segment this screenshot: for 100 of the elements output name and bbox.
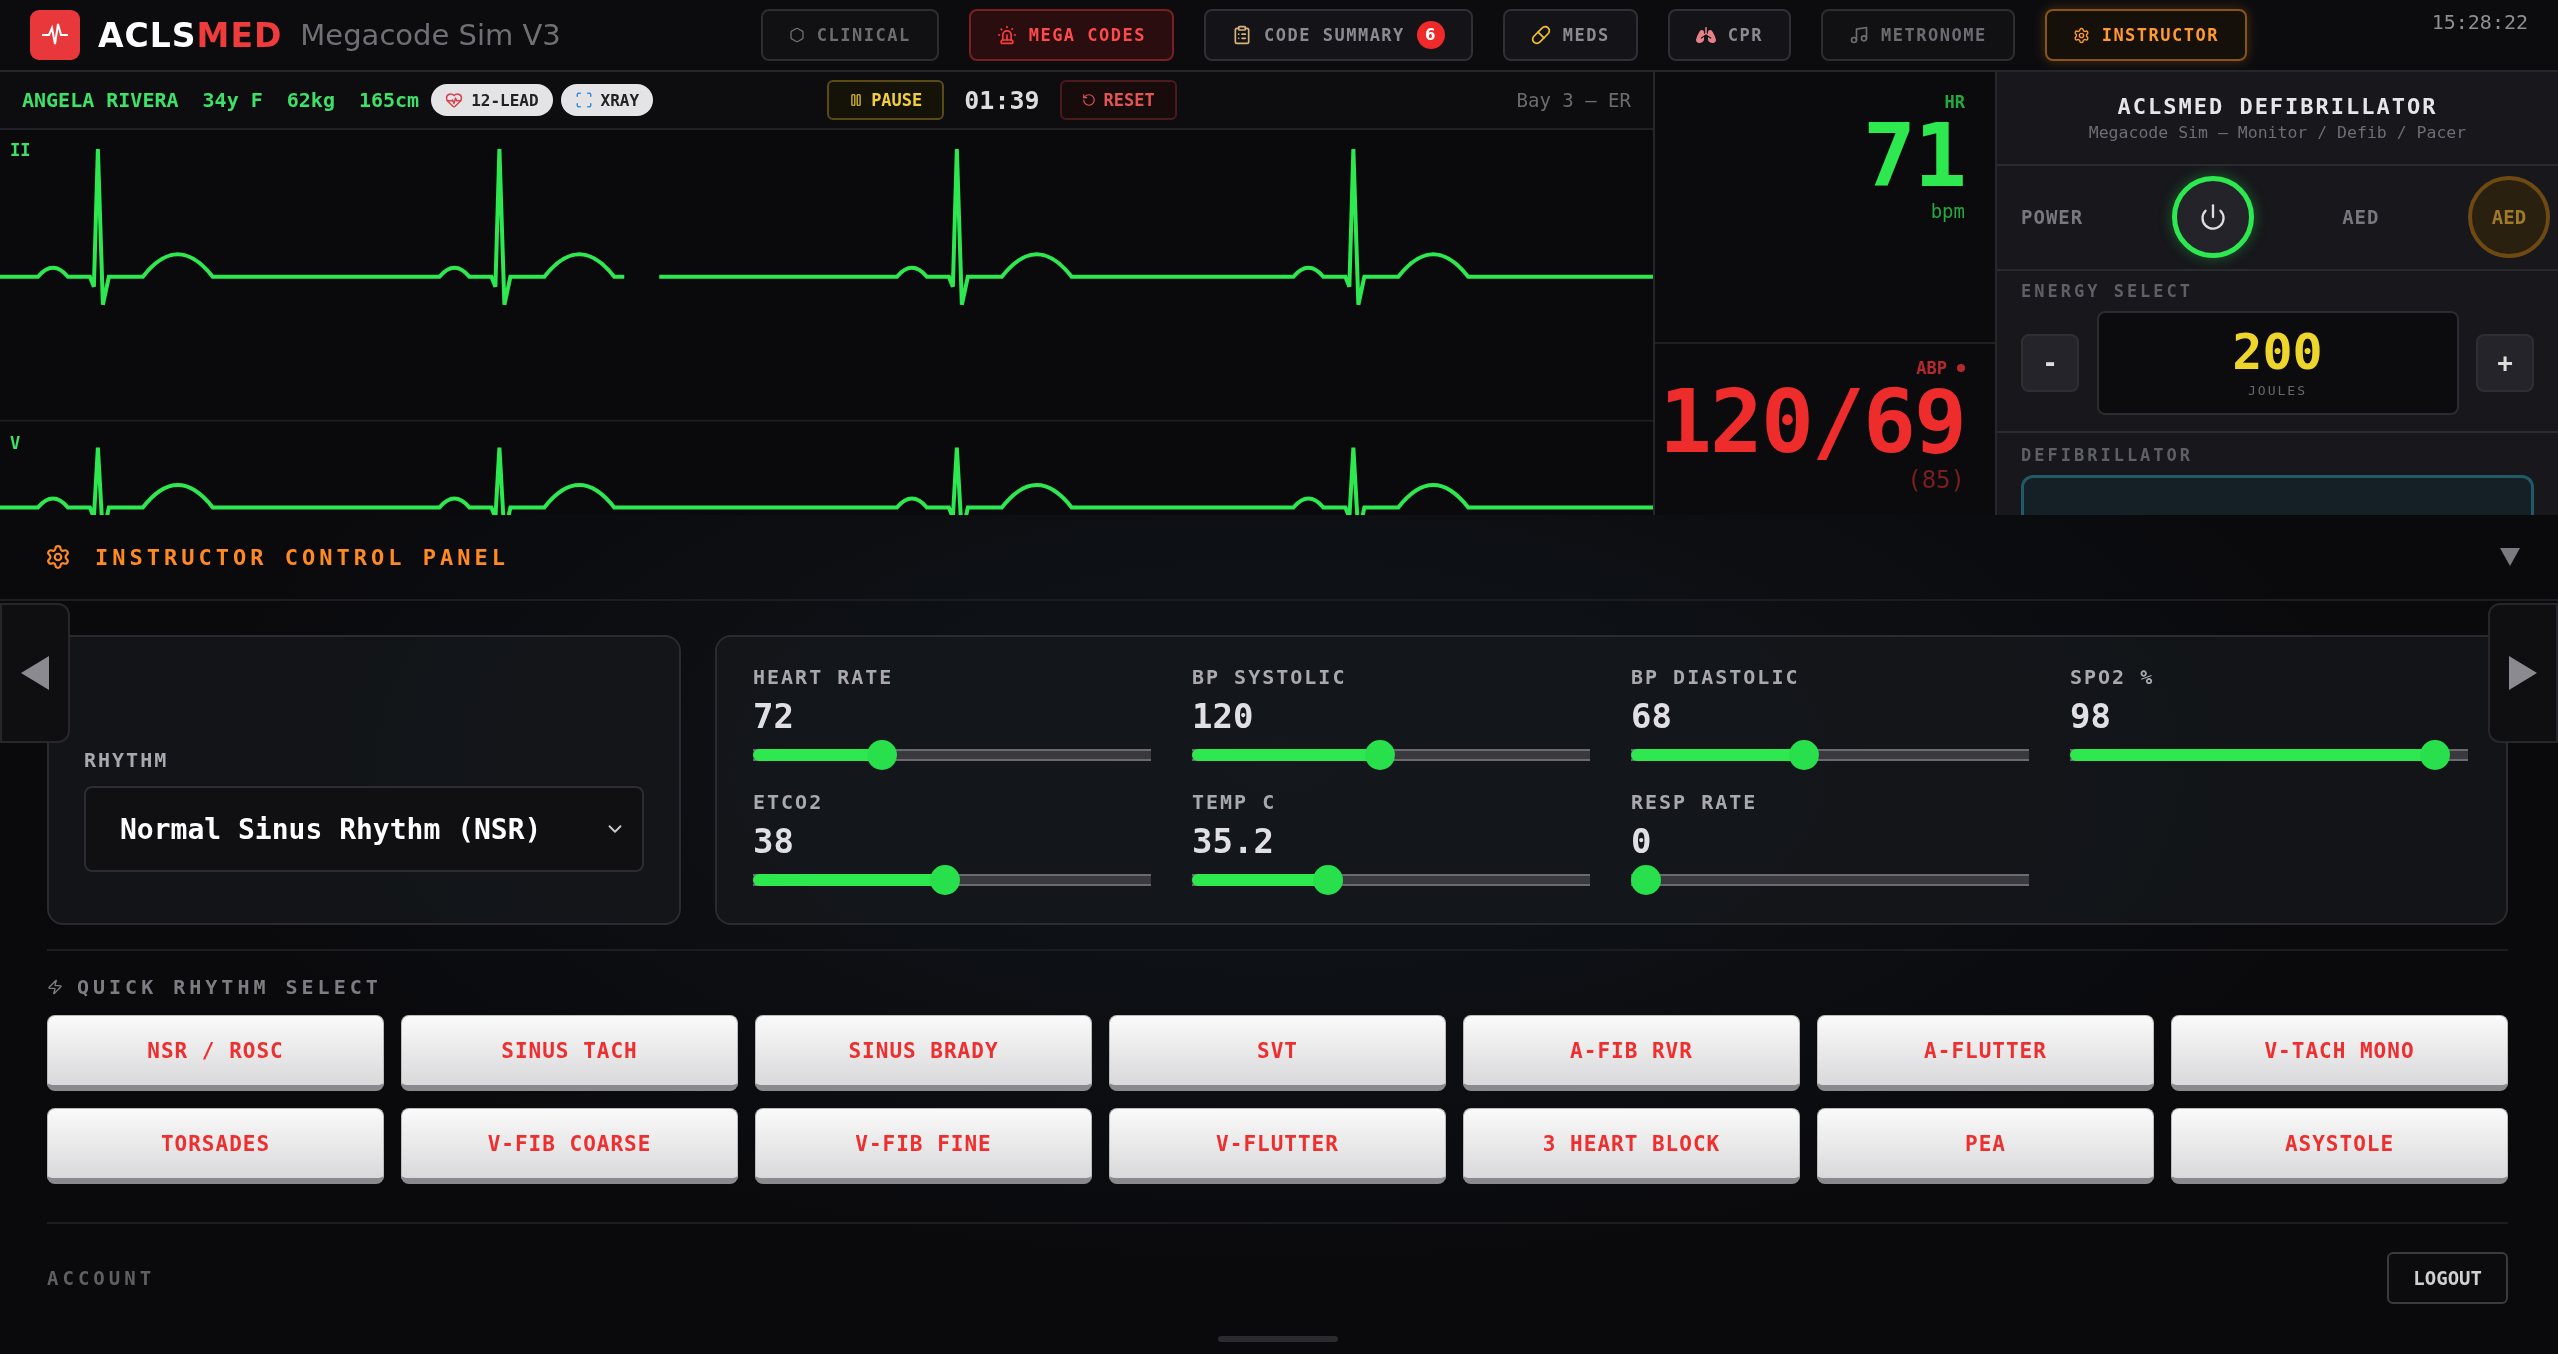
blood-pressure-value: 120/69 <box>1659 378 1965 466</box>
settings-icon <box>45 544 71 570</box>
slider-thumb[interactable] <box>1631 865 1661 895</box>
count-badge: 6 <box>1416 21 1445 49</box>
slider-thumb[interactable] <box>929 865 960 895</box>
slider-thumb[interactable] <box>1313 865 1344 895</box>
previous-tab[interactable] <box>0 603 70 743</box>
field-label: RHYTHM <box>84 748 170 772</box>
app-logo <box>30 10 80 60</box>
rhythm-button[interactable]: PEA <box>1817 1108 2154 1184</box>
rhythm-button[interactable]: NSR / ROSC <box>47 1015 384 1091</box>
reset-icon <box>1081 93 1096 107</box>
patient-weight: 62kg <box>286 88 335 112</box>
power-label: POWER <box>2021 206 2084 229</box>
section-label: DEFIBRILLATOR <box>2021 444 2195 465</box>
slider-label: BP SYSTOLIC <box>1192 665 1348 689</box>
clock-time: 15:28:22 <box>2431 10 2528 34</box>
rhythm-button[interactable]: A-FIB RVR <box>1463 1015 1800 1091</box>
music-note-icon <box>1849 25 1869 45</box>
lead-label: V <box>10 433 21 453</box>
nav-tab[interactable]: CODE SUMMARY 6 <box>1204 9 1473 61</box>
mean-pressure: (85) <box>1907 466 1965 494</box>
slider-label: TEMP C <box>1192 790 1278 814</box>
vital-label: HR <box>1944 92 1965 112</box>
pill-icon <box>1530 25 1551 45</box>
aed-label: AED <box>2342 206 2380 229</box>
nav-tab[interactable]: CPR <box>1667 9 1791 61</box>
right-arrow-icon <box>2509 656 2537 690</box>
energy-unit: JOULES <box>2248 383 2307 399</box>
pause-button[interactable]: PAUSE <box>827 80 945 120</box>
nav-tab[interactable]: CLINICAL <box>760 9 939 61</box>
reset-button[interactable]: RESET <box>1059 80 1177 120</box>
heart-icon <box>445 91 464 109</box>
rhythm-button[interactable]: A-FLUTTER <box>1817 1015 2154 1091</box>
slider-thumb[interactable] <box>1364 740 1395 770</box>
app-subtitle: Megacode Sim V3 <box>300 18 561 52</box>
increase-button[interactable]: + <box>2476 333 2534 392</box>
collapse-caret-icon[interactable] <box>2500 548 2520 566</box>
rhythm-button[interactable]: SINUS BRADY <box>755 1015 1092 1091</box>
slider-label: SPO2 % <box>2070 665 2156 689</box>
nav-tab[interactable]: METRONOME <box>1821 9 2015 61</box>
decrease-button[interactable]: - <box>2021 333 2079 392</box>
section-label: ENERGY SELECT <box>2021 280 2195 301</box>
patient-age-sex: 34y F <box>202 88 263 112</box>
device-subtitle: Megacode Sim — Monitor / Defib / Pacer <box>2088 122 2467 142</box>
vital-unit: bpm <box>1930 200 1965 222</box>
rhythm-button[interactable]: ASYSTOLE <box>2171 1108 2508 1184</box>
slider-label: BP DIASTOLIC <box>1631 665 1801 689</box>
slider-value: 0 <box>1631 824 1653 858</box>
chip-button[interactable]: XRAY <box>560 84 654 116</box>
nav-tab[interactable]: MEDS <box>1502 9 1638 61</box>
slider-value: 98 <box>2070 699 2112 733</box>
rhythm-button[interactable]: V-FIB FINE <box>755 1108 1092 1184</box>
heart-rate-value: 71 <box>1863 112 1965 200</box>
section-title: QUICK RHYTHM SELECT <box>77 975 382 999</box>
slider-value: 38 <box>753 824 795 858</box>
rhythm-button[interactable]: V-FLUTTER <box>1109 1108 1446 1184</box>
nav-tab[interactable]: MEGA CODES <box>968 9 1174 61</box>
slider-thumb[interactable] <box>2419 740 2450 770</box>
patient-height: 165cm <box>358 88 420 112</box>
rhythm-button[interactable]: V-TACH MONO <box>2171 1015 2508 1091</box>
timer: 01:39 <box>964 85 1040 115</box>
pause-icon <box>849 93 864 107</box>
aed-button[interactable]: AED <box>2468 176 2550 259</box>
slider-label: HEART RATE <box>753 665 895 689</box>
logout-button[interactable]: LOGOUT <box>2387 1252 2508 1304</box>
rhythm-button[interactable]: SINUS TACH <box>401 1015 738 1091</box>
energy-value: 200 <box>2232 327 2323 378</box>
power-button[interactable] <box>2171 176 2254 259</box>
slider-thumb[interactable] <box>867 740 898 770</box>
rhythm-button[interactable]: SVT <box>1109 1015 1446 1091</box>
rhythm-select[interactable]: Normal Sinus Rhythm (NSR) <box>84 786 644 872</box>
clipboard-icon <box>1232 25 1252 45</box>
chip-button[interactable]: 12-LEAD <box>431 84 553 116</box>
hexagon-icon <box>788 27 805 43</box>
slider-value: 120 <box>1192 699 1255 733</box>
siren-icon <box>996 25 1017 45</box>
vital-label: ABP <box>1916 358 1947 378</box>
slider-thumb[interactable] <box>1789 740 1820 770</box>
patient-name: ANGELA RIVERA <box>22 88 179 112</box>
rhythm-button[interactable]: 3 HEART BLOCK <box>1463 1108 1800 1184</box>
lungs-icon <box>1695 25 1716 45</box>
slider-label: RESP RATE <box>1631 790 1759 814</box>
next-tab[interactable] <box>2488 603 2558 743</box>
slider-label: ETCO2 <box>753 790 825 814</box>
location-label: Bay 3 — ER <box>1516 89 1631 111</box>
settings-icon <box>2072 26 2090 44</box>
scan-icon <box>574 91 593 109</box>
power-icon <box>2198 203 2227 232</box>
slider-value: 72 <box>753 699 795 733</box>
rhythm-button[interactable]: V-FIB COARSE <box>401 1108 738 1184</box>
drag-handle[interactable] <box>1218 1336 1338 1342</box>
status-dot-icon <box>1957 364 1965 372</box>
slider-value: 35.2 <box>1192 824 1275 858</box>
rhythm-button[interactable]: TORSADES <box>47 1108 384 1184</box>
brand-name: ACLSMED <box>98 15 283 55</box>
panel-title: INSTRUCTOR CONTROL PANEL <box>95 544 509 570</box>
left-arrow-icon <box>21 656 49 690</box>
account-label: ACCOUNT <box>47 1267 156 1289</box>
nav-tab[interactable]: INSTRUCTOR <box>2044 9 2247 61</box>
